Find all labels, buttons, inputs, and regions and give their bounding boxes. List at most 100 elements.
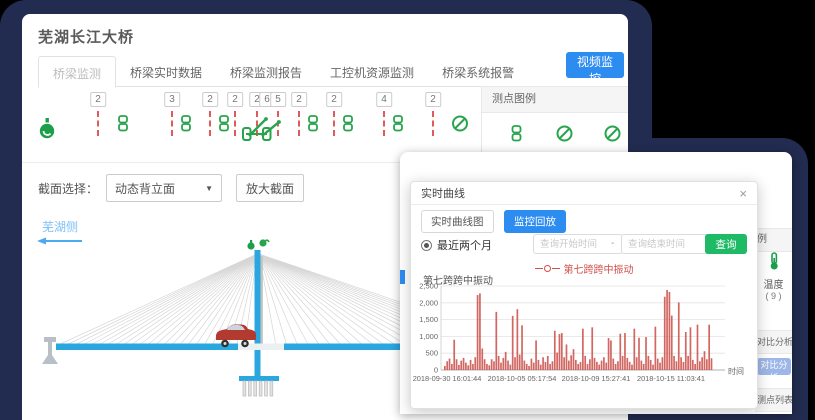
tab-3[interactable]: 工控机资源监测 (316, 56, 428, 86)
chain-icon[interactable] (118, 115, 129, 137)
pile (259, 381, 262, 396)
video-monitor-button[interactable]: 视频监控 (566, 52, 624, 78)
red-dashed-line (333, 111, 335, 136)
pylon (255, 250, 261, 376)
legend-panel: 测点图例 (481, 86, 628, 160)
svg-text:500: 500 (425, 349, 438, 358)
query-button[interactable]: 查询 (705, 234, 747, 254)
dialog-controls: 最近两个月 - 查询 (411, 234, 757, 256)
chain-icon (511, 125, 522, 147)
bascule-icon[interactable] (242, 115, 282, 147)
mast (261, 256, 263, 346)
pile (254, 381, 257, 396)
partial-element (400, 270, 405, 284)
anemometer-icon[interactable] (39, 118, 56, 144)
dialog-tabs: 实时曲线图 监控回放 (421, 210, 566, 233)
red-dashed-line (383, 111, 385, 136)
svg-text:2018-09-30 16:01:44: 2018-09-30 16:01:44 (413, 374, 481, 383)
svg-text:2,000: 2,000 (419, 298, 438, 307)
bridge-diagram (30, 238, 410, 404)
close-icon[interactable]: × (739, 187, 747, 200)
section-select-value: 动态背立面 (115, 180, 175, 197)
chain-icon[interactable] (393, 115, 404, 137)
background-page-sliver: 例 温度 ( 9 ) 对比分析 对比分析 测点列表 (755, 152, 792, 414)
red-dashed-line (432, 111, 434, 136)
ban-icon (604, 125, 621, 147)
compare-section-header: 对比分析 (755, 330, 792, 354)
sensor-count-badge: 2 (202, 92, 218, 107)
chain-icon[interactable] (308, 115, 319, 137)
section-select-label: 截面选择： (38, 180, 98, 197)
sensor-count-badge: 2 (326, 92, 342, 107)
sensor-count-badge: 4 (376, 92, 392, 107)
temperature-count: ( 9 ) (755, 291, 792, 301)
pile (265, 381, 268, 396)
range-separator: - (611, 238, 614, 249)
background-legend-header: 例 (755, 228, 792, 252)
sensor-count-badge: 2 (291, 92, 307, 107)
radio-label: 最近两个月 (437, 237, 492, 253)
tab-4[interactable]: 桥梁系统报警 (428, 56, 528, 86)
red-dashed-line (171, 111, 173, 136)
tab-bar: 桥梁监测桥梁实时数据桥梁监测报告工控机资源监测桥梁系统报警 视频监控 (38, 56, 628, 87)
secondary-window: 例 温度 ( 9 ) 对比分析 对比分析 测点列表 实时曲线 × 实时曲线图 监… (400, 152, 792, 414)
red-dashed-line (298, 111, 300, 136)
sensor-count-badge: 3 (164, 92, 180, 107)
chevron-down-icon: ▼ (205, 184, 213, 193)
pile (243, 381, 246, 396)
abutment (42, 337, 58, 364)
side-label-text: 芜湖侧 (36, 218, 84, 235)
svg-text:2018-10-09 15:27:41: 2018-10-09 15:27:41 (562, 374, 631, 383)
red-dashed-line (209, 111, 211, 136)
sensor-count-badge: 2 (425, 92, 441, 107)
tab-list: 桥梁监测桥梁实时数据桥梁监测报告工控机资源监测桥梁系统报警 (38, 56, 628, 86)
red-dashed-line (97, 111, 99, 136)
svg-text:2018-10-15 11:03:41: 2018-10-15 11:03:41 (637, 374, 705, 383)
ban-icon[interactable] (452, 115, 469, 137)
section-select-row: 截面选择： 动态背立面 ▼ 放大截面 (38, 174, 304, 202)
deck-left (56, 344, 238, 351)
svg-text:2018-10-05 05:17:54: 2018-10-05 05:17:54 (488, 374, 557, 383)
radio-recent-range[interactable]: 最近两个月 (421, 237, 492, 253)
tab-monitor-playback[interactable]: 监控回放 (504, 210, 566, 233)
temperature-legend-item: 温度 ( 9 ) (755, 252, 792, 301)
realtime-curve-dialog: 实时曲线 × 实时曲线图 监控回放 最近两个月 - 查询 第七跨跨中振动 第七跨 (410, 181, 758, 409)
tab-1[interactable]: 桥梁实时数据 (116, 56, 216, 86)
point-list-header: 测点列表 (755, 388, 792, 412)
svg-text:1,500: 1,500 (419, 315, 438, 324)
section-select-dropdown[interactable]: 动态背立面 ▼ (106, 174, 222, 202)
pile (270, 381, 273, 396)
dialog-title: 实时曲线 (421, 185, 465, 201)
query-end-input[interactable] (621, 234, 711, 254)
legend-line-icon (552, 268, 560, 269)
tab-0[interactable]: 桥梁监测 (38, 56, 116, 88)
enlarge-section-button[interactable]: 放大截面 (236, 174, 304, 202)
legend-panel-header: 测点图例 (482, 87, 628, 113)
pile (248, 381, 251, 396)
compare-analysis-button[interactable]: 对比分析 (757, 358, 791, 375)
sensor-count-badge: 2 (227, 92, 243, 107)
ban-icon (556, 125, 573, 147)
legend-circle-icon (544, 265, 551, 272)
screen-background: 芜湖长江大桥 桥梁监测桥梁实时数据桥梁监测报告工控机资源监测桥梁系统报警 视频监… (0, 0, 815, 420)
page-title: 芜湖长江大桥 (38, 26, 134, 47)
tab-realtime-curve[interactable]: 实时曲线图 (421, 210, 494, 233)
sensor-count-badge: 2 (90, 92, 106, 107)
query-start-input[interactable] (533, 234, 623, 254)
svg-text:时间: 时间 (728, 366, 744, 376)
pier-cap (239, 376, 279, 381)
chain-icon[interactable] (343, 115, 354, 137)
temperature-label: 温度 (755, 276, 792, 291)
dialog-header: 实时曲线 × (411, 182, 757, 205)
svg-text:2,500: 2,500 (419, 282, 438, 291)
legend-label: 第七跨跨中振动 (564, 265, 634, 276)
svg-text:1,000: 1,000 (419, 332, 438, 341)
chain-icon[interactable] (219, 115, 230, 137)
radio-dot-icon (421, 240, 432, 251)
thermometer-icon (768, 257, 780, 274)
chain-icon[interactable] (181, 115, 192, 137)
red-dashed-line (234, 111, 236, 136)
pylon-top-sensor-icon (247, 239, 269, 249)
sensor-count-badge: 5 (270, 92, 286, 107)
tab-2[interactable]: 桥梁监测报告 (216, 56, 316, 86)
